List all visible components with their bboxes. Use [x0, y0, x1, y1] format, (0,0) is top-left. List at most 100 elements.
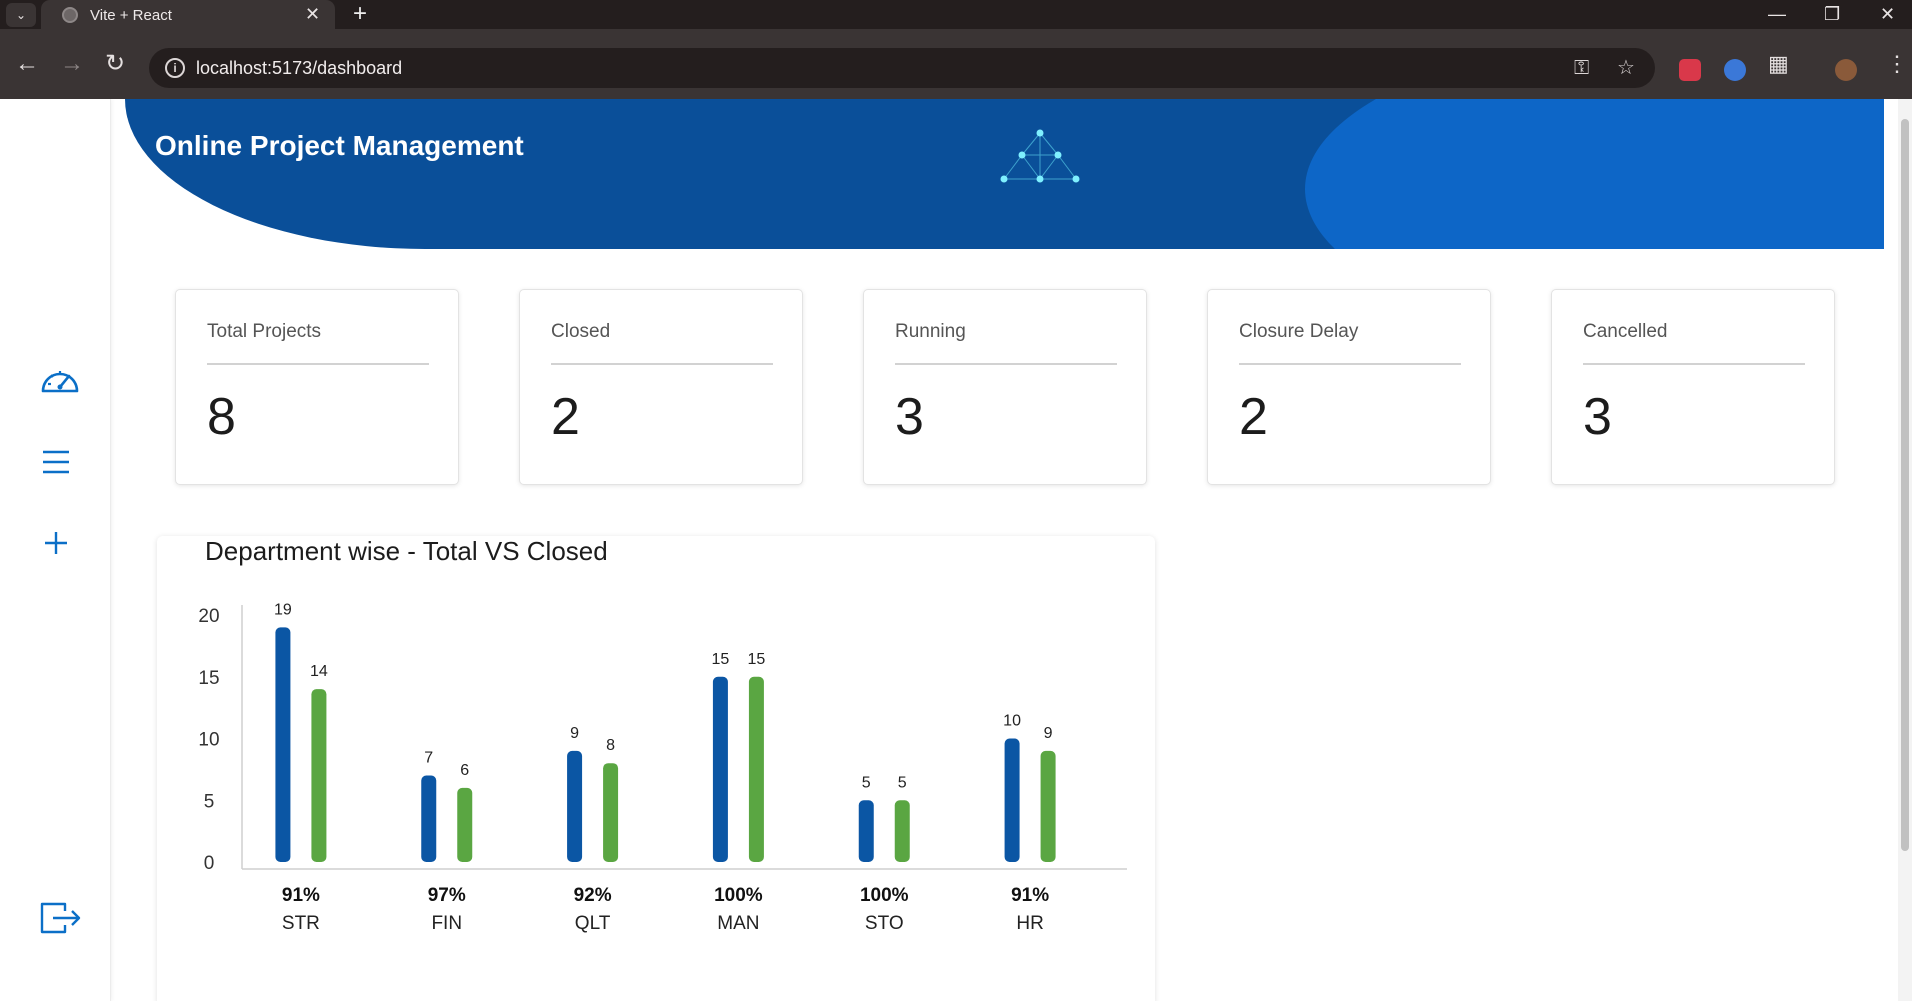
- bar: [457, 787, 473, 862]
- arrow-left-icon[interactable]: ←: [15, 51, 39, 77]
- stat-label: Cancelled: [1583, 321, 1668, 342]
- bar: [275, 627, 291, 862]
- bar: [421, 775, 437, 862]
- page: Online Project Management Total Projects: [0, 99, 1912, 1001]
- data-label: 15: [748, 651, 766, 668]
- divider: [1583, 363, 1805, 365]
- bar: [858, 800, 874, 862]
- divider: [551, 363, 773, 365]
- y-tick-label: 0: [204, 853, 215, 874]
- stat-label: Total Projects: [207, 321, 322, 342]
- data-label: 10: [1003, 713, 1021, 730]
- address-bar[interactable]: i localhost:5173/dashboard ⚿ ☆: [149, 48, 1655, 88]
- percentage-label: 97%: [428, 885, 466, 906]
- x-tick-label: QLT: [575, 913, 611, 934]
- browser-tab[interactable]: Vite + React ✕: [41, 0, 335, 29]
- info-icon[interactable]: i: [165, 58, 185, 78]
- stat-card-closed[interactable]: Closed 2: [519, 289, 803, 485]
- stat-value: 2: [551, 388, 580, 446]
- plus-icon[interactable]: [39, 527, 73, 564]
- percentage-label: 100%: [714, 885, 763, 906]
- y-tick-label: 20: [198, 606, 219, 627]
- close-icon[interactable]: ✕: [305, 4, 320, 24]
- dashboard-gauge-icon[interactable]: [39, 363, 81, 402]
- bar: [894, 800, 910, 862]
- close-window-icon[interactable]: ✕: [1880, 2, 1895, 26]
- department-bar-chart: 0 5 10 15 20 19 14 91% STR 7 6 97% FIN 9 8 92% QLT 15 15 10…: [198, 601, 1127, 934]
- key-icon[interactable]: ⚿: [1574, 56, 1589, 80]
- scrollbar-thumb[interactable]: [1901, 119, 1909, 851]
- kebab-menu-icon[interactable]: ⋮: [1886, 51, 1908, 77]
- bar: [712, 676, 728, 862]
- header-banner: Online Project Management: [125, 99, 1884, 249]
- sidebar: [0, 99, 111, 1001]
- department-chart-card: 0 5 10 15 20 19 14 91% STR 7 6 97% FIN 9 8 92% QLT 15 15 10…: [157, 536, 1155, 1001]
- network-logo-icon: [995, 129, 1085, 200]
- profile-avatar[interactable]: [1835, 59, 1857, 81]
- bar: [567, 750, 583, 862]
- data-label: 5: [898, 774, 907, 791]
- data-label: 19: [274, 601, 292, 618]
- chevron-down-icon[interactable]: ⌄: [6, 3, 36, 27]
- data-label: 6: [460, 762, 469, 779]
- restore-icon[interactable]: ❐: [1824, 2, 1840, 26]
- reload-icon[interactable]: ↻: [105, 51, 125, 77]
- minimize-icon[interactable]: —: [1768, 2, 1786, 26]
- x-tick-label: FIN: [431, 913, 462, 934]
- url-text[interactable]: localhost:5173/dashboard: [196, 58, 402, 79]
- divider: [207, 363, 429, 365]
- bar: [1004, 738, 1020, 862]
- extension-icon-red[interactable]: [1679, 59, 1701, 81]
- stat-card-cancelled[interactable]: Cancelled 3: [1551, 289, 1835, 485]
- data-label: 7: [424, 750, 433, 767]
- data-label: 9: [1044, 725, 1053, 742]
- y-tick-label: 15: [198, 668, 219, 689]
- data-label: 9: [570, 725, 579, 742]
- stat-value: 3: [1583, 388, 1612, 446]
- stat-card-total-projects[interactable]: Total Projects 8: [175, 289, 459, 485]
- stat-value: 8: [207, 388, 236, 446]
- stat-card-closure-delay[interactable]: Closure Delay 2: [1207, 289, 1491, 485]
- browser-tab-bar: ⌄ Vite + React ✕ + — ❐ ✕: [0, 0, 1912, 29]
- y-tick-label: 5: [204, 791, 215, 812]
- star-icon[interactable]: ☆: [1617, 56, 1635, 80]
- percentage-label: 92%: [574, 885, 612, 906]
- page-scrollbar[interactable]: [1898, 99, 1912, 1001]
- extension-icon-blue[interactable]: [1724, 59, 1746, 81]
- x-tick-label: HR: [1016, 913, 1043, 934]
- stat-label: Running: [895, 321, 966, 342]
- divider: [1239, 363, 1461, 365]
- percentage-label: 91%: [282, 885, 320, 906]
- x-tick-label: STR: [282, 913, 320, 934]
- percentage-label: 91%: [1011, 885, 1049, 906]
- chart-title: Department wise - Total VS Closed: [205, 536, 608, 566]
- data-label: 15: [712, 651, 730, 668]
- data-label: 14: [310, 663, 328, 680]
- x-tick-label: STO: [865, 913, 904, 934]
- bar: [311, 689, 327, 862]
- stat-label: Closure Delay: [1239, 321, 1359, 342]
- data-label: 8: [606, 737, 615, 754]
- tab-title: Vite + React: [90, 7, 172, 24]
- bar: [603, 763, 619, 862]
- stat-value: 3: [895, 388, 924, 446]
- puzzle-icon[interactable]: ▦: [1768, 51, 1789, 77]
- globe-icon: [62, 7, 78, 23]
- page-title: Online Project Management: [155, 130, 524, 161]
- browser-toolbar: ← → ↻ i localhost:5173/dashboard ⚿ ☆ ▦ ⋮: [0, 29, 1912, 99]
- stat-label: Closed: [551, 321, 611, 342]
- hamburger-list-icon[interactable]: [39, 448, 73, 481]
- banner-decoration: [1305, 99, 1884, 249]
- percentage-label: 100%: [860, 885, 909, 906]
- logout-icon[interactable]: [39, 900, 83, 941]
- stat-value: 2: [1239, 388, 1268, 446]
- plus-icon[interactable]: +: [353, 2, 367, 26]
- bar: [748, 676, 764, 862]
- data-label: 5: [862, 774, 871, 791]
- divider: [895, 363, 1117, 365]
- arrow-right-icon[interactable]: →: [60, 51, 84, 77]
- stat-card-running[interactable]: Running 3: [863, 289, 1147, 485]
- x-tick-label: MAN: [717, 913, 759, 934]
- bar: [1040, 750, 1056, 862]
- y-tick-label: 10: [198, 730, 219, 751]
